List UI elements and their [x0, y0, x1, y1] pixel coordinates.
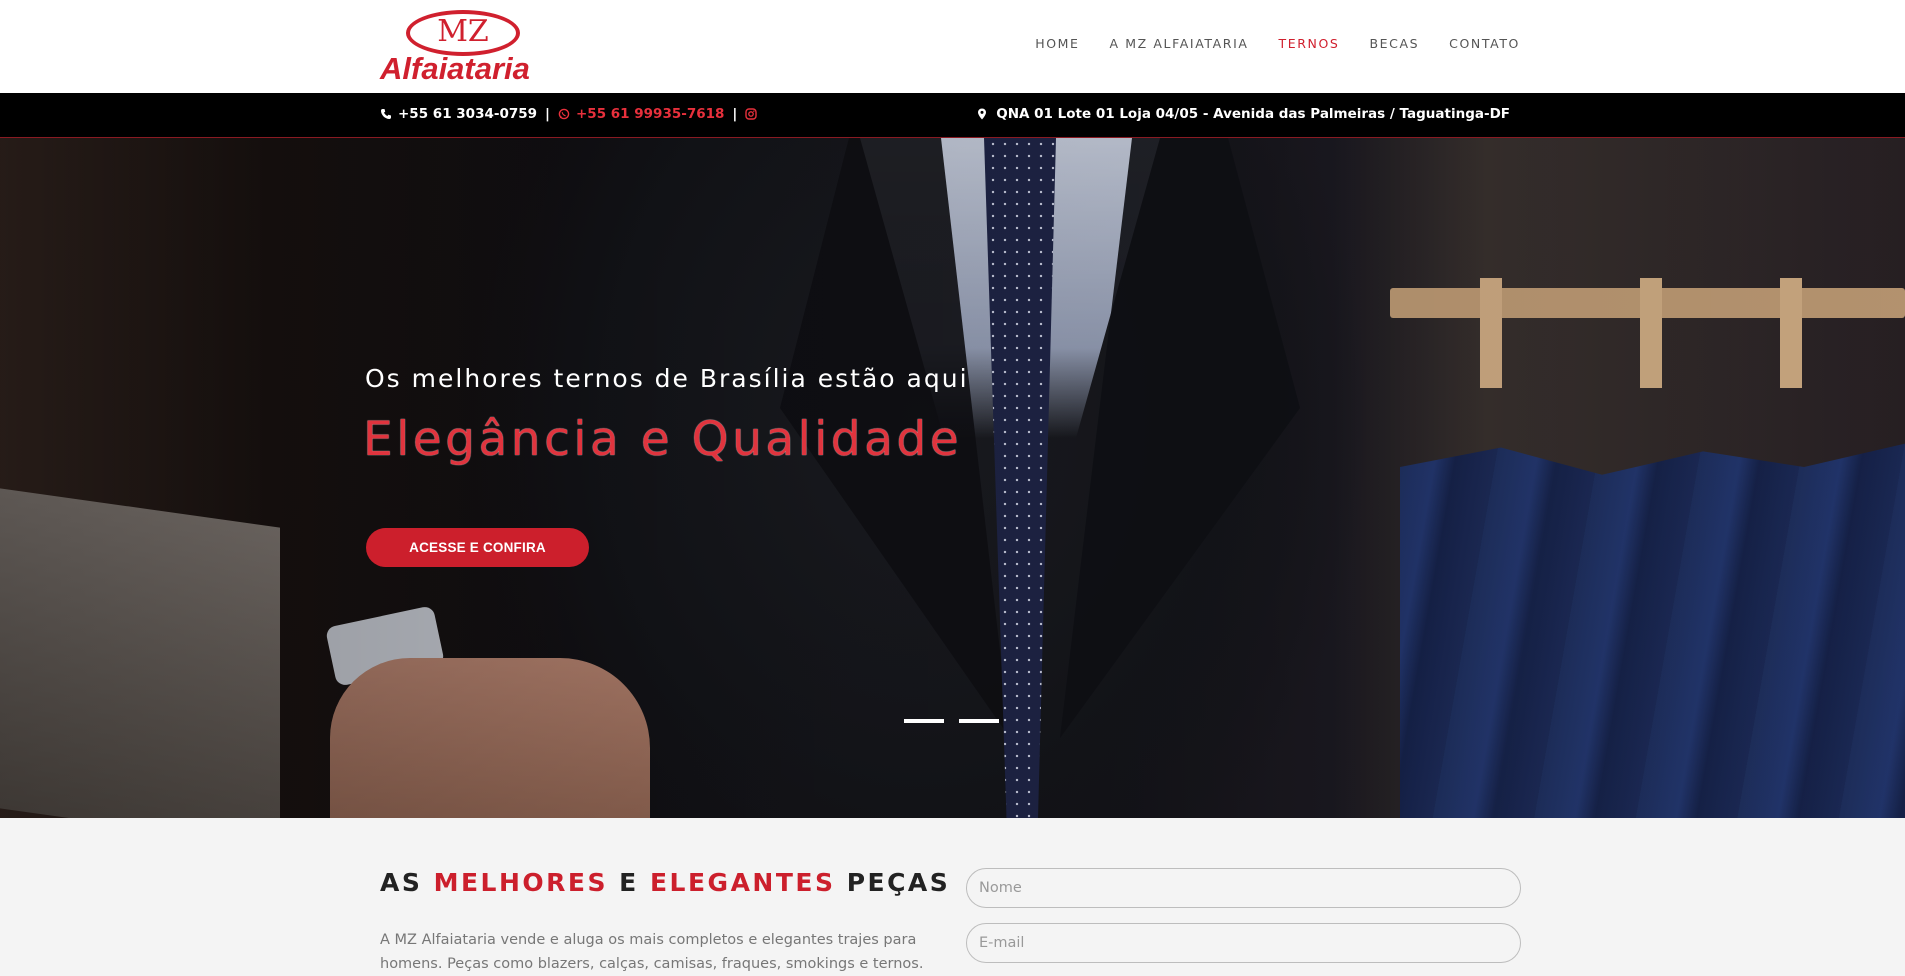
section-title-part: AS [380, 868, 434, 897]
slide-indicator-1[interactable] [904, 719, 944, 723]
whatsapp-icon [558, 108, 570, 120]
nav-item-becas[interactable]: BECAS [1369, 36, 1419, 51]
name-field[interactable] [966, 868, 1521, 908]
address-info: QNA 01 Lote 01 Loja 04/05 - Avenida das … [976, 106, 1510, 122]
nav-item-home[interactable]: HOME [1035, 36, 1079, 51]
hero-slider: Os melhores ternos de Brasília estão aqu… [0, 138, 1905, 818]
phone-icon [380, 108, 392, 120]
email-field[interactable] [966, 923, 1521, 963]
logo-name-text: Alfaiataria [380, 51, 530, 86]
whatsapp-number[interactable]: +55 61 99935-7618 [576, 106, 724, 122]
instagram-icon[interactable] [745, 108, 758, 120]
section-title-part: PEÇAS [835, 868, 951, 897]
section-text: A MZ Alfaiataria vende e aluga os mais c… [380, 932, 924, 972]
separator: | [732, 106, 738, 122]
logo[interactable]: MZ Alfaiataria [380, 10, 546, 86]
slider-pagination [904, 719, 999, 723]
map-marker-icon [976, 108, 988, 120]
nav-item-ternos[interactable]: TERNOS [1279, 36, 1340, 51]
section-title-part: E [607, 868, 650, 897]
main-nav: HOME A MZ ALFAIATARIA TERNOS BECAS CONTA… [1035, 36, 1520, 51]
separator: | [545, 106, 550, 122]
site-header: MZ Alfaiataria HOME A MZ ALFAIATARIA TER… [0, 0, 1905, 93]
intro-section: AS MELHORES E ELEGANTES PEÇAS A MZ Alfai… [0, 818, 1905, 972]
logo-mz-text: MZ [437, 14, 489, 49]
contact-info: +55 61 3034-0759 | +55 61 99935-7618 | [380, 106, 758, 122]
contact-bar: +55 61 3034-0759 | +55 61 99935-7618 | Q… [0, 93, 1905, 138]
section-title-part: MELHORES [433, 868, 608, 897]
acesse-e-confira-button[interactable]: ACESSE E CONFIRA [366, 528, 589, 567]
phone-number[interactable]: +55 61 3034-0759 [398, 106, 537, 122]
hero-title: Elegância e Qualidade [363, 412, 963, 467]
section-title: AS MELHORES E ELEGANTES PEÇAS [380, 868, 950, 897]
section-title-part: ELEGANTES [649, 868, 836, 897]
slide-indicator-2[interactable] [959, 719, 999, 723]
nav-item-contato[interactable]: CONTATO [1449, 36, 1520, 51]
hero-subtitle: Os melhores ternos de Brasília estão aqu… [365, 364, 969, 393]
hero-overlay [0, 138, 1905, 818]
address-text: QNA 01 Lote 01 Loja 04/05 - Avenida das … [996, 106, 1510, 122]
nav-item-a-mz-alfaiataria[interactable]: A MZ ALFAIATARIA [1110, 36, 1249, 51]
